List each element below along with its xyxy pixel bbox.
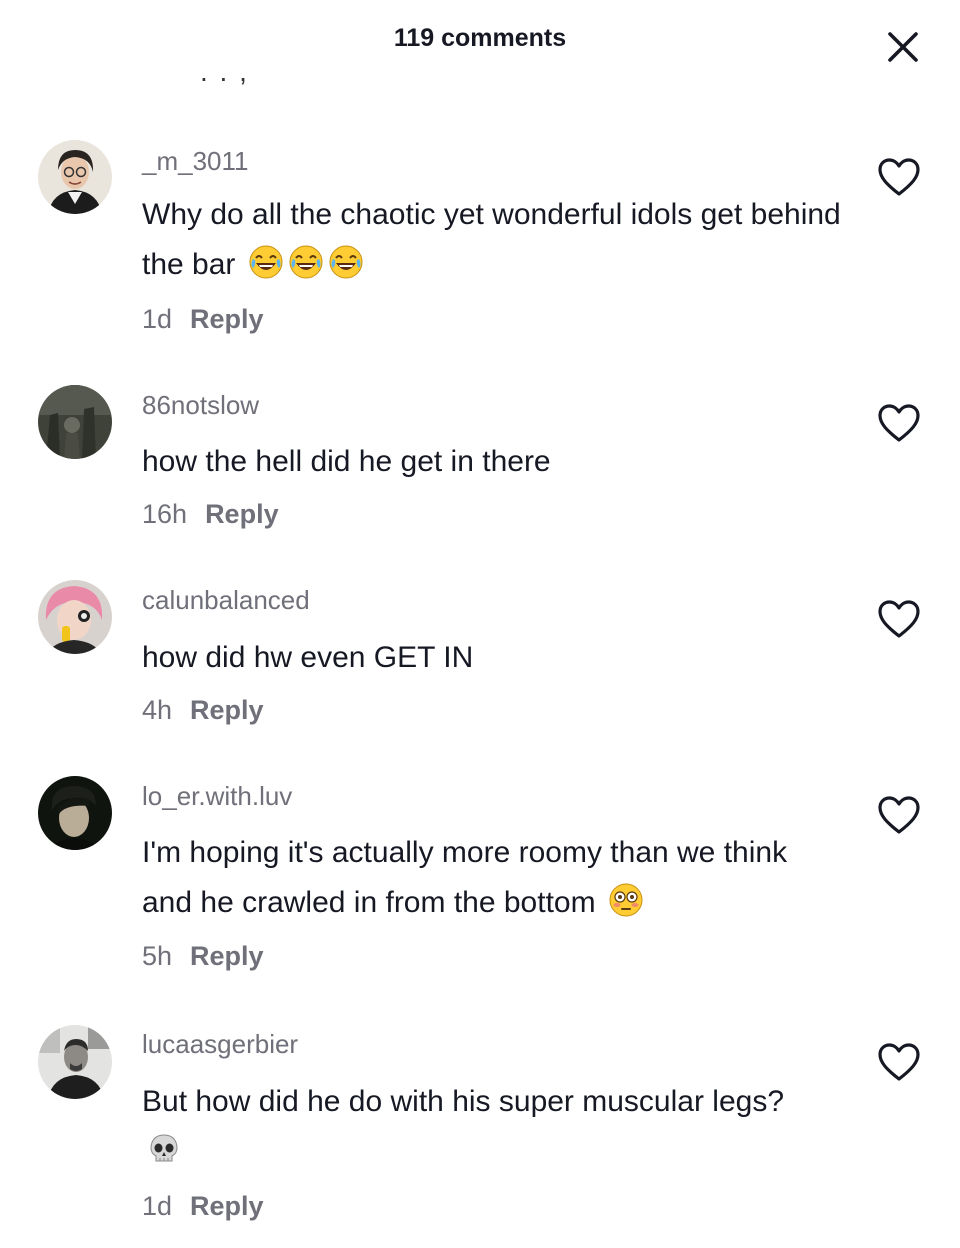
tears-of-joy-emoji: [328, 244, 364, 280]
comment-time: 4h: [142, 695, 173, 725]
reply-button[interactable]: Reply: [190, 941, 264, 971]
comments-count-title: 119 comments: [393, 24, 567, 52]
comments-header: 119 comments: [0, 0, 960, 80]
skull-emoji: [146, 1131, 182, 1167]
avatar[interactable]: [38, 776, 112, 850]
cut-off-text-fragment: . . ,: [200, 70, 249, 87]
comment-time: 16h: [142, 499, 188, 529]
comment-time: 5h: [142, 941, 173, 971]
comment-meta: 1d Reply: [142, 304, 264, 335]
reply-button[interactable]: Reply: [205, 499, 279, 529]
avatar[interactable]: [38, 1025, 112, 1099]
heart-outline-icon[interactable]: [876, 1041, 922, 1083]
comment-text: I'm hoping it's actually more roomy than…: [142, 836, 788, 919]
close-icon[interactable]: [882, 26, 924, 68]
comment-username[interactable]: 86notslow: [142, 390, 259, 421]
comment-meta: 5h Reply: [142, 941, 264, 972]
heart-outline-icon[interactable]: [876, 156, 922, 198]
comment-meta: 1d Reply: [142, 1191, 264, 1222]
tears-of-joy-emoji: [248, 244, 284, 280]
reply-button[interactable]: Reply: [190, 695, 264, 725]
comment-text: how the hell did he get in there: [142, 445, 551, 478]
comment-meta: 4h Reply: [142, 695, 264, 726]
comment-text: how did hw even GET IN: [142, 641, 474, 674]
heart-outline-icon[interactable]: [876, 794, 922, 836]
flushed-face-emoji: [608, 882, 644, 918]
comment-username[interactable]: lo_er.with.luv: [142, 781, 292, 812]
avatar[interactable]: [38, 385, 112, 459]
heart-outline-icon[interactable]: [876, 402, 922, 444]
heart-outline-icon[interactable]: [876, 598, 922, 640]
avatar[interactable]: [38, 580, 112, 654]
comment-text: Why do all the chaotic yet wonderful ido…: [142, 198, 841, 281]
comment-time: 1d: [142, 304, 173, 334]
comment-username[interactable]: lucaasgerbier: [142, 1029, 298, 1060]
comment-username[interactable]: _m_3011: [142, 146, 249, 177]
comment-meta: 16h Reply: [142, 499, 279, 530]
avatar[interactable]: [38, 140, 112, 214]
tears-of-joy-emoji: [288, 244, 324, 280]
comment-text: But how did he do with his super muscula…: [142, 1077, 822, 1177]
comment-username[interactable]: calunbalanced: [142, 585, 310, 616]
reply-button[interactable]: Reply: [190, 304, 264, 334]
reply-button[interactable]: Reply: [190, 1191, 264, 1221]
comment-time: 1d: [142, 1191, 173, 1221]
